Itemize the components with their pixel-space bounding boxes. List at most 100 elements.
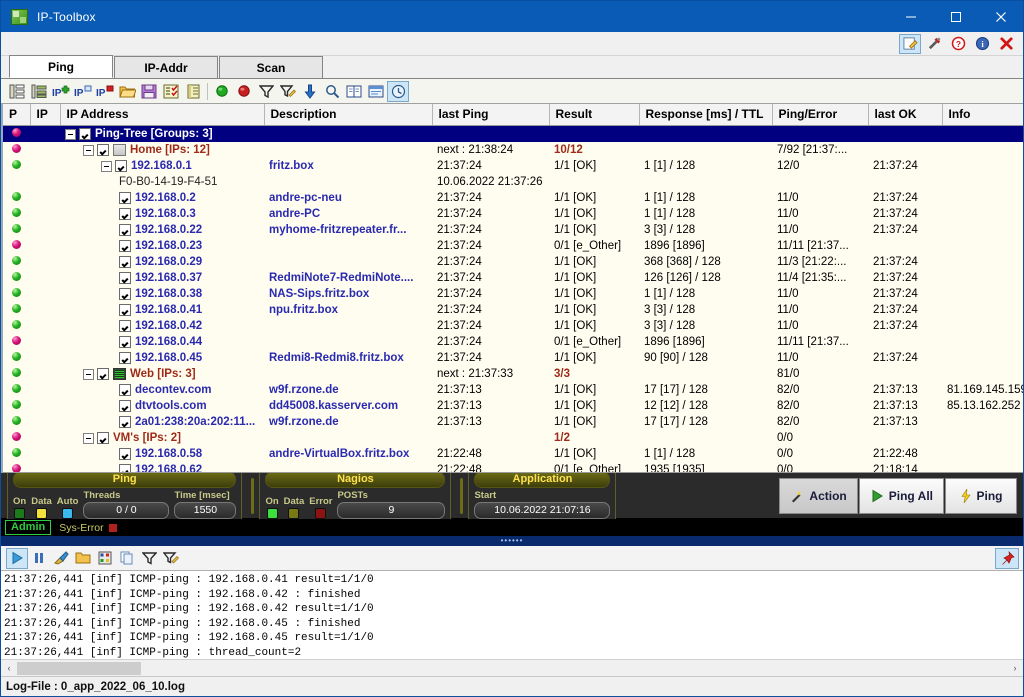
- scroll-thumb[interactable]: [17, 662, 141, 675]
- action-button[interactable]: Action: [779, 478, 857, 514]
- ip-add-icon[interactable]: IP: [50, 81, 72, 102]
- row-name-cell[interactable]: 192.168.0.23: [60, 238, 264, 254]
- panel-splitter[interactable]: ••••••: [1, 536, 1023, 546]
- pin-icon[interactable]: [995, 548, 1019, 569]
- ip-edit-icon[interactable]: IP: [72, 81, 94, 102]
- col-description[interactable]: Description: [264, 104, 432, 126]
- row-checkbox[interactable]: [97, 368, 109, 380]
- col-p[interactable]: P: [3, 104, 30, 126]
- row-name-cell[interactable]: F0-B0-14-19-F4-51: [60, 174, 264, 190]
- list-icon[interactable]: [182, 81, 204, 102]
- ping-tree-grid[interactable]: P IP IP Address Description last Ping Re…: [1, 104, 1023, 473]
- report-icon[interactable]: [365, 81, 387, 102]
- close-button[interactable]: [978, 1, 1023, 32]
- table-row[interactable]: 192.168.0.4421:37:240/1 [e_Other]1896 [1…: [3, 334, 1023, 350]
- row-name-cell[interactable]: Web [IPs: 3]: [60, 366, 264, 382]
- edit-note-icon[interactable]: [899, 34, 921, 54]
- scroll-right-arrow[interactable]: ›: [1007, 663, 1023, 673]
- tree-expander-icon[interactable]: [83, 145, 94, 156]
- col-ping-error[interactable]: Ping/Error: [772, 104, 868, 126]
- table-row[interactable]: 2a01:238:20a:202:11...w9f.rzone.de21:37:…: [3, 414, 1023, 430]
- log-output[interactable]: 21:37:26,441 [inf] ICMP-ping : 192.168.0…: [1, 571, 1023, 659]
- row-name-cell[interactable]: Home [IPs: 12]: [60, 142, 264, 158]
- row-name-cell[interactable]: 192.168.0.37: [60, 270, 264, 286]
- row-checkbox[interactable]: [119, 400, 131, 412]
- checklist-icon[interactable]: [160, 81, 182, 102]
- tree-expander-icon[interactable]: [101, 161, 112, 172]
- filter-icon[interactable]: [255, 81, 277, 102]
- tools-icon[interactable]: [923, 34, 945, 54]
- row-checkbox[interactable]: [119, 192, 131, 204]
- ping-button[interactable]: Ping: [945, 478, 1017, 514]
- table-row[interactable]: dtvtools.comdd45008.kasserver.com21:37:1…: [3, 398, 1023, 414]
- row-checkbox[interactable]: [119, 320, 131, 332]
- row-checkbox[interactable]: [119, 288, 131, 300]
- tab-ping[interactable]: Ping: [9, 55, 113, 78]
- row-name-cell[interactable]: 192.168.0.45: [60, 350, 264, 366]
- row-checkbox[interactable]: [115, 160, 127, 172]
- log-clear-icon[interactable]: [50, 548, 72, 569]
- row-name-cell[interactable]: 192.168.0.29: [60, 254, 264, 270]
- ping-all-button[interactable]: Ping All: [859, 478, 944, 514]
- col-result[interactable]: Result: [549, 104, 639, 126]
- table-row[interactable]: 192.168.0.4221:37:241/1 [OK]3 [3] / 1281…: [3, 318, 1023, 334]
- row-name-cell[interactable]: 192.168.0.2: [60, 190, 264, 206]
- table-row[interactable]: 192.168.0.58andre-VirtualBox.fritz.box21…: [3, 446, 1023, 462]
- search-icon[interactable]: [321, 81, 343, 102]
- row-name-cell[interactable]: dtvtools.com: [60, 398, 264, 414]
- row-checkbox[interactable]: [119, 256, 131, 268]
- row-name-cell[interactable]: 192.168.0.44: [60, 334, 264, 350]
- row-name-cell[interactable]: VM's [IPs: 2]: [60, 430, 264, 446]
- table-row[interactable]: 192.168.0.3andre-PC21:37:241/1 [OK]1 [1]…: [3, 206, 1023, 222]
- tree-collapse-icon[interactable]: [28, 81, 50, 102]
- table-row[interactable]: 192.168.0.37RedmiNote7-RedmiNote....21:3…: [3, 270, 1023, 286]
- row-name-cell[interactable]: 2a01:238:20a:202:11...: [60, 414, 264, 430]
- row-name-cell[interactable]: 192.168.0.58: [60, 446, 264, 462]
- row-name-cell[interactable]: decontev.com: [60, 382, 264, 398]
- row-checkbox[interactable]: [119, 240, 131, 252]
- table-row[interactable]: 192.168.0.45Redmi8-Redmi8.fritz.box21:37…: [3, 350, 1023, 366]
- col-last-ping[interactable]: last Ping: [432, 104, 549, 126]
- col-ip-flag[interactable]: IP: [30, 104, 60, 126]
- log-start-icon[interactable]: [6, 548, 28, 569]
- history-clock-icon[interactable]: [387, 81, 409, 102]
- log-horizontal-scrollbar[interactable]: ‹ ›: [1, 659, 1023, 676]
- row-checkbox[interactable]: [119, 224, 131, 236]
- tree-expander-icon[interactable]: [83, 433, 94, 444]
- table-row[interactable]: 192.168.0.6221:22:480/1 [e_Other]1935 [1…: [3, 462, 1023, 473]
- row-checkbox[interactable]: [119, 416, 131, 428]
- log-pause-icon[interactable]: [28, 548, 50, 569]
- tab-scan[interactable]: Scan: [219, 56, 323, 78]
- table-row[interactable]: 192.168.0.2321:37:240/1 [e_Other]1896 [1…: [3, 238, 1023, 254]
- row-checkbox[interactable]: [119, 304, 131, 316]
- row-name-cell[interactable]: 192.168.0.38: [60, 286, 264, 302]
- row-checkbox[interactable]: [119, 384, 131, 396]
- table-row[interactable]: 192.168.0.1fritz.box21:37:241/1 [OK]1 [1…: [3, 158, 1023, 174]
- row-checkbox[interactable]: [79, 128, 91, 140]
- tree-expand-icon[interactable]: [6, 81, 28, 102]
- tab-ip-addr[interactable]: IP-Addr: [114, 56, 218, 78]
- col-ip-address[interactable]: IP Address: [60, 104, 264, 126]
- log-open-folder-icon[interactable]: [72, 548, 94, 569]
- table-row[interactable]: Web [IPs: 3]next : 21:37:333/381/0: [3, 366, 1023, 382]
- col-info[interactable]: Info: [942, 104, 1023, 126]
- log-filter-edit-icon[interactable]: [160, 548, 182, 569]
- start-green-icon[interactable]: [211, 81, 233, 102]
- download-arrow-icon[interactable]: [299, 81, 321, 102]
- tree-expander-icon[interactable]: [65, 129, 76, 140]
- table-row[interactable]: 192.168.0.2andre-pc-neu21:37:241/1 [OK]1…: [3, 190, 1023, 206]
- info-icon[interactable]: i: [971, 34, 993, 54]
- row-checkbox[interactable]: [119, 208, 131, 220]
- row-checkbox[interactable]: [97, 432, 109, 444]
- stop-red-icon[interactable]: [233, 81, 255, 102]
- row-checkbox[interactable]: [119, 352, 131, 364]
- table-row[interactable]: 192.168.0.38NAS-Sips.fritz.box21:37:241/…: [3, 286, 1023, 302]
- row-name-cell[interactable]: 192.168.0.1: [60, 158, 264, 174]
- maximize-button[interactable]: [933, 1, 978, 32]
- log-copy-icon[interactable]: [116, 548, 138, 569]
- row-checkbox[interactable]: [97, 144, 109, 156]
- help-icon[interactable]: ?: [947, 34, 969, 54]
- row-name-cell[interactable]: 192.168.0.41: [60, 302, 264, 318]
- table-row[interactable]: F0-B0-14-19-F4-5110.06.2022 21:37:26: [3, 174, 1023, 190]
- row-name-cell[interactable]: 192.168.0.3: [60, 206, 264, 222]
